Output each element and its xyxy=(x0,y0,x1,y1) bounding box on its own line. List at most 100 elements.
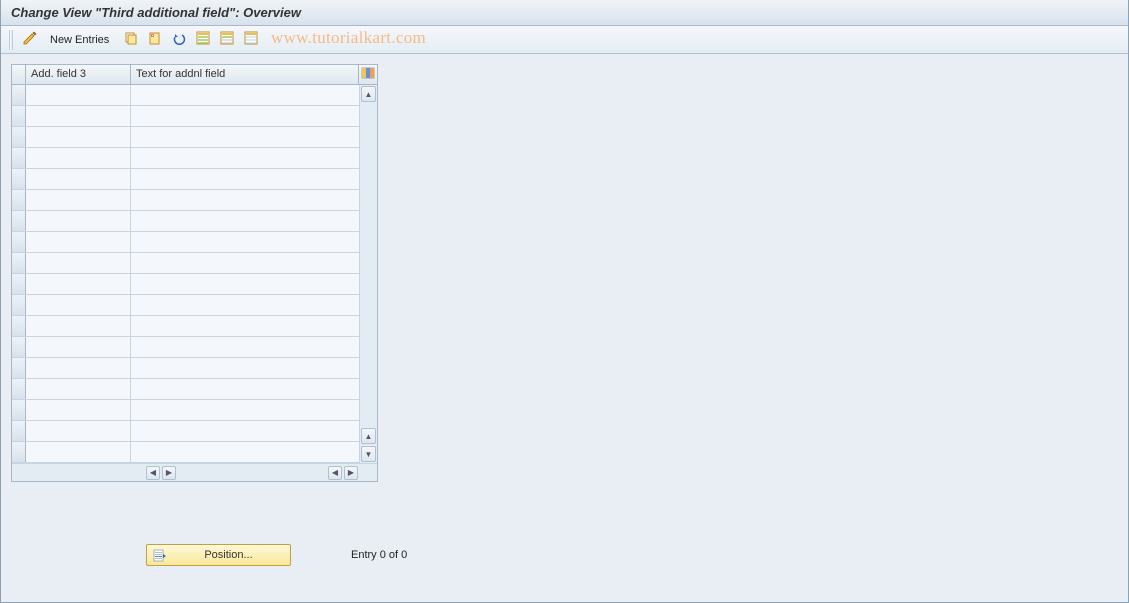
table-body xyxy=(12,85,359,463)
copy-as-button[interactable] xyxy=(120,30,142,50)
vertical-scrollbar[interactable]: ▲ ▲ ▼ xyxy=(359,85,377,463)
table-row xyxy=(12,127,359,148)
row-selector-header[interactable] xyxy=(12,65,26,84)
table-settings-button[interactable] xyxy=(359,65,377,84)
scroll-left-step-button[interactable]: ◀ xyxy=(328,466,342,480)
cell-text-addnl-field[interactable] xyxy=(131,211,359,231)
table-row xyxy=(12,274,359,295)
cell-add-field-3[interactable] xyxy=(26,169,131,189)
row-selector[interactable] xyxy=(12,379,26,399)
row-selector[interactable] xyxy=(12,148,26,168)
vscroll-track[interactable] xyxy=(360,103,377,427)
table-row xyxy=(12,190,359,211)
table-header-row: Add. field 3 Text for addnl field xyxy=(12,65,377,85)
cell-add-field-3[interactable] xyxy=(26,316,131,336)
cell-text-addnl-field[interactable] xyxy=(131,358,359,378)
delete-button[interactable] xyxy=(144,30,166,50)
row-selector[interactable] xyxy=(12,253,26,273)
row-selector[interactable] xyxy=(12,358,26,378)
watermark-text: www.tutorialkart.com xyxy=(271,28,426,48)
select-all-button[interactable] xyxy=(192,30,214,50)
cell-text-addnl-field[interactable] xyxy=(131,337,359,357)
scroll-down-button[interactable]: ▼ xyxy=(361,446,376,462)
cell-add-field-3[interactable] xyxy=(26,358,131,378)
cell-add-field-3[interactable] xyxy=(26,148,131,168)
cell-add-field-3[interactable] xyxy=(26,379,131,399)
row-selector[interactable] xyxy=(12,421,26,441)
row-selector[interactable] xyxy=(12,295,26,315)
cell-text-addnl-field[interactable] xyxy=(131,127,359,147)
cell-add-field-3[interactable] xyxy=(26,421,131,441)
cell-text-addnl-field[interactable] xyxy=(131,253,359,273)
cell-add-field-3[interactable] xyxy=(26,232,131,252)
table-row xyxy=(12,211,359,232)
cell-text-addnl-field[interactable] xyxy=(131,190,359,210)
row-selector[interactable] xyxy=(12,232,26,252)
table-row xyxy=(12,85,359,106)
undo-icon xyxy=(172,31,186,48)
position-button-label: Position... xyxy=(173,549,284,561)
cell-add-field-3[interactable] xyxy=(26,127,131,147)
toggle-display-change-button[interactable] xyxy=(19,30,43,50)
row-selector[interactable] xyxy=(12,316,26,336)
cell-add-field-3[interactable] xyxy=(26,337,131,357)
scroll-up-step-button[interactable]: ▲ xyxy=(361,428,376,444)
scroll-right-step-button[interactable]: ▶ xyxy=(162,466,176,480)
cell-text-addnl-field[interactable] xyxy=(131,274,359,294)
cell-add-field-3[interactable] xyxy=(26,400,131,420)
cell-text-addnl-field[interactable] xyxy=(131,316,359,336)
row-selector[interactable] xyxy=(12,190,26,210)
scroll-up-button[interactable]: ▲ xyxy=(361,86,376,102)
row-selector[interactable] xyxy=(12,127,26,147)
cell-text-addnl-field[interactable] xyxy=(131,421,359,441)
cell-text-addnl-field[interactable] xyxy=(131,106,359,126)
column-header-add-field-3[interactable]: Add. field 3 xyxy=(26,65,131,84)
deselect-all-button[interactable] xyxy=(240,30,262,50)
position-icon xyxy=(153,548,167,562)
deselect-all-icon xyxy=(244,31,258,48)
table-row xyxy=(12,232,359,253)
horizontal-scrollbar[interactable]: ◀ ▶ ◀ ▶ xyxy=(12,463,377,481)
table-row xyxy=(12,295,359,316)
cell-add-field-3[interactable] xyxy=(26,106,131,126)
title-bar: Change View "Third additional field": Ov… xyxy=(1,0,1128,26)
table-row xyxy=(12,421,359,442)
table-row xyxy=(12,316,359,337)
row-selector[interactable] xyxy=(12,106,26,126)
cell-text-addnl-field[interactable] xyxy=(131,232,359,252)
cell-text-addnl-field[interactable] xyxy=(131,148,359,168)
row-selector[interactable] xyxy=(12,211,26,231)
cell-text-addnl-field[interactable] xyxy=(131,295,359,315)
row-selector[interactable] xyxy=(12,400,26,420)
scroll-left-button[interactable]: ◀ xyxy=(146,466,160,480)
cell-add-field-3[interactable] xyxy=(26,274,131,294)
position-button[interactable]: Position... xyxy=(146,544,291,566)
cell-add-field-3[interactable] xyxy=(26,85,131,105)
undo-change-button[interactable] xyxy=(168,30,190,50)
content-area: Add. field 3 Text for addnl field ▲ ▲ xyxy=(1,54,1128,602)
row-selector[interactable] xyxy=(12,85,26,105)
select-block-button[interactable] xyxy=(216,30,238,50)
cell-text-addnl-field[interactable] xyxy=(131,85,359,105)
cell-add-field-3[interactable] xyxy=(26,295,131,315)
row-selector[interactable] xyxy=(12,337,26,357)
table-row xyxy=(12,253,359,274)
column-header-text-addnl-field[interactable]: Text for addnl field xyxy=(131,65,359,84)
cell-text-addnl-field[interactable] xyxy=(131,442,359,462)
cell-add-field-3[interactable] xyxy=(26,190,131,210)
row-selector[interactable] xyxy=(12,169,26,189)
scroll-right-button[interactable]: ▶ xyxy=(344,466,358,480)
hscroll-track[interactable] xyxy=(177,466,327,480)
cell-text-addnl-field[interactable] xyxy=(131,379,359,399)
row-selector[interactable] xyxy=(12,274,26,294)
row-selector[interactable] xyxy=(12,442,26,462)
table-row xyxy=(12,169,359,190)
cell-add-field-3[interactable] xyxy=(26,442,131,462)
cell-text-addnl-field[interactable] xyxy=(131,169,359,189)
select-block-icon xyxy=(220,31,234,48)
new-entries-button[interactable]: New Entries xyxy=(45,30,118,50)
table-row xyxy=(12,442,359,463)
cell-add-field-3[interactable] xyxy=(26,253,131,273)
cell-text-addnl-field[interactable] xyxy=(131,400,359,420)
cell-add-field-3[interactable] xyxy=(26,211,131,231)
